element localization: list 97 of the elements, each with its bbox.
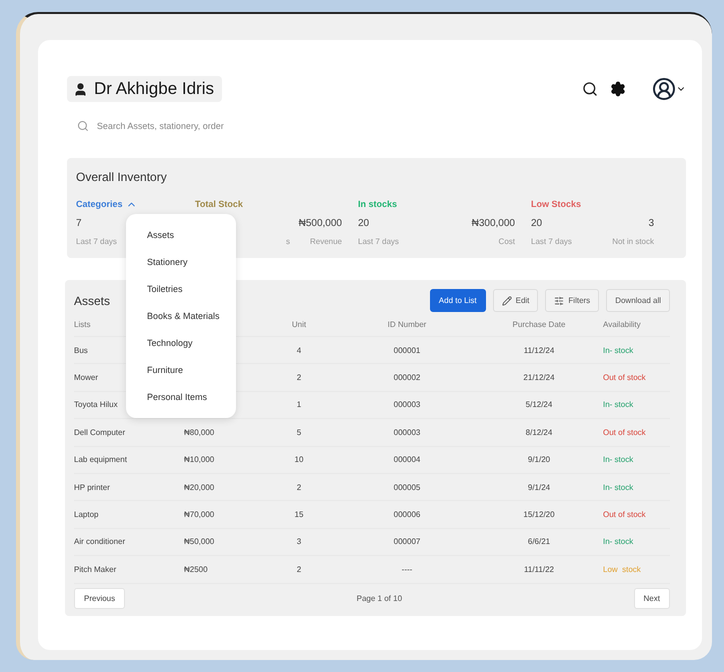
column-header: ID Number [388, 320, 426, 328]
status-label: In- stock [603, 455, 634, 464]
status-label: In- stock [603, 482, 634, 492]
table-cell: ₦50,000 [184, 537, 214, 546]
kpi-caption: Last 7 days [531, 237, 572, 248]
status-label: In- stock [603, 346, 634, 355]
column-header: Unit [292, 320, 306, 328]
kpi-value: ₦500,000 [298, 218, 342, 230]
table-cell: 21/12/24 [523, 373, 555, 382]
search-button[interactable] [582, 81, 598, 97]
panel-title: Overall Inventory [76, 170, 168, 184]
panel-title: Assets [74, 294, 110, 308]
table-cell: Pitch Maker [74, 564, 116, 574]
table-cell: 2 [296, 482, 302, 492]
column-header: Availability [603, 320, 641, 328]
table-cell: 000003 [394, 400, 420, 410]
kpi-caption: Revenue [310, 237, 342, 248]
status-label: Low stock [603, 564, 641, 574]
edit-button[interactable]: Edit [492, 289, 538, 312]
table-cell: 000003 [394, 428, 420, 437]
table-cell: 3 [296, 537, 302, 546]
table-cell: 2 [296, 564, 302, 574]
column-header: Purchase Date [512, 320, 566, 328]
table-cell: ₦20,000 [184, 482, 214, 492]
download-button[interactable]: Download all [606, 289, 670, 312]
table-cell: 000006 [394, 510, 420, 520]
kpi-value: 3 [648, 218, 654, 230]
table-cell: 000001 [394, 346, 420, 355]
menu-item[interactable]: Assets [126, 228, 236, 242]
status-label: Out of stock [603, 428, 646, 437]
menu-item[interactable]: Stationery [126, 255, 236, 269]
pencil-icon [502, 296, 512, 306]
table-cell: 8/12/24 [526, 428, 552, 437]
avatar-menu-button[interactable] [652, 77, 686, 101]
table-cell: Lab equipment [74, 455, 127, 464]
kpi-title: Total Stock [195, 198, 243, 210]
table-cell: 000002 [394, 373, 420, 382]
table-cell: Toyota Hilux [74, 400, 118, 410]
table-cell: 5 [296, 428, 302, 437]
table-cell: Air conditioner [74, 537, 126, 546]
table-cell: ₦80,000 [184, 428, 214, 437]
kpi-title: Low Stocks [531, 198, 582, 210]
table-cell: 11/12/24 [524, 346, 554, 355]
table-cell: 15/12/20 [523, 510, 555, 520]
table-cell: 11/11/22 [524, 564, 554, 574]
table-cell: 15 [294, 510, 304, 520]
table-cell: Mower [74, 373, 98, 382]
categories-toggle[interactable]: Categories [76, 198, 137, 210]
menu-item[interactable]: Technology [126, 336, 236, 350]
table-cell: ₦10,000 [184, 455, 214, 464]
kpi-caption: s [286, 237, 290, 248]
filters-button[interactable]: Filters [545, 289, 600, 312]
status-label: Out of stock [603, 510, 646, 520]
menu-item[interactable]: Books & Materials [126, 309, 236, 323]
table-cell: 000004 [394, 455, 420, 464]
menu-item[interactable]: Furniture [126, 363, 236, 377]
kpi-value: 20 [531, 218, 542, 230]
status-label: In- stock [603, 400, 634, 410]
column-header: Lists [74, 320, 90, 328]
table-cell: Laptop [74, 510, 98, 520]
table-cell: 1 [296, 400, 302, 410]
search-icon [77, 120, 89, 132]
table-cell: ---- [402, 564, 412, 574]
user-name: Dr Akhigbe Idris [94, 79, 214, 99]
table-cell: HP printer [74, 482, 110, 492]
settings-button[interactable] [610, 81, 626, 97]
filter-icon [554, 296, 564, 306]
kpi-title: In stocks [358, 198, 398, 210]
kpi-caption: Cost [498, 237, 515, 248]
table-cell: 5/12/24 [526, 400, 552, 410]
kpi-value: 20 [358, 218, 370, 230]
table-cell: 6/6/21 [528, 537, 550, 546]
table-cell: Dell Computer [74, 428, 126, 437]
table-cell: 2 [296, 373, 302, 382]
status-label: In- stock [603, 537, 634, 546]
kpi-caption: Not in stock [612, 237, 654, 248]
table-cell: 000007 [394, 537, 420, 546]
table-cell: 000005 [394, 482, 420, 492]
kpi-caption: Last 7 days [358, 237, 399, 248]
table-cell: Bus [74, 346, 88, 355]
kpi-caption: Last 7 days [76, 237, 117, 248]
table-cell: ₦70,000 [184, 510, 214, 520]
table-cell: ₦2500 [184, 564, 208, 574]
table-cell: 10 [294, 455, 304, 464]
status-label: Out of stock [603, 373, 646, 382]
menu-item[interactable]: Toiletries [126, 282, 236, 296]
table-cell: 4 [296, 346, 302, 355]
menu-item[interactable]: Personal Items [126, 390, 236, 404]
page-indicator: Page 1 of 10 [356, 594, 402, 603]
table-cell: 9/1/24 [528, 482, 550, 492]
next-button[interactable]: Next [634, 588, 670, 609]
kpi-value: 7 [76, 218, 82, 230]
add-button[interactable]: Add to List [430, 289, 486, 312]
person-icon [73, 82, 88, 96]
kpi-value: ₦300,000 [472, 218, 515, 230]
table-cell: 9/1/20 [528, 455, 550, 464]
previous-button[interactable]: Previous [74, 588, 126, 609]
